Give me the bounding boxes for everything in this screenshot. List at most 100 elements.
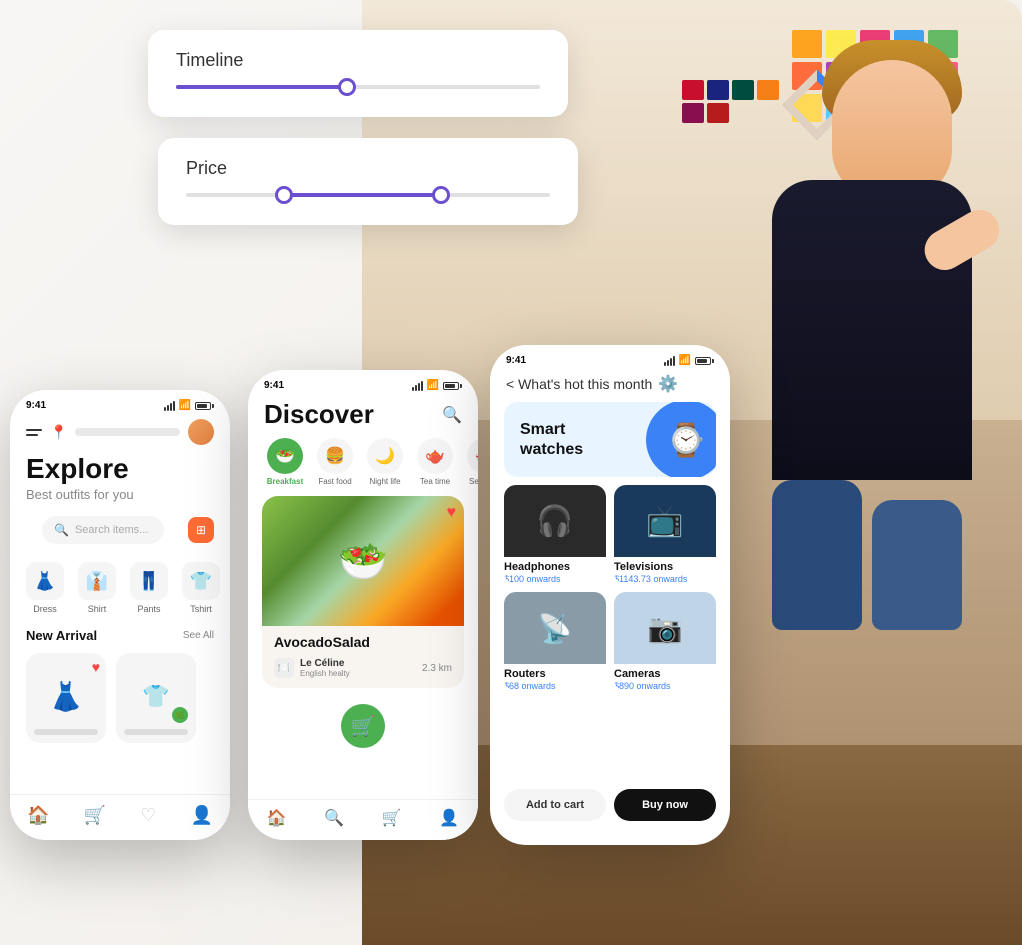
- breakfast-icon: 🥗: [267, 438, 303, 474]
- filter-button[interactable]: ⊞: [188, 517, 214, 543]
- product-cameras[interactable]: 📷 Cameras $890 onwards: [614, 592, 716, 691]
- food-cat-fastfood[interactable]: 🍔 Fast food: [314, 438, 356, 486]
- add-to-cart-button[interactable]: Add to cart: [504, 789, 606, 821]
- food-cat-teatime[interactable]: 🫖 Tea time: [414, 438, 456, 486]
- food-card-title: AvocadoSalad: [262, 626, 464, 654]
- profile-nav-icon[interactable]: 👤: [190, 805, 212, 826]
- category-tshirt[interactable]: 👕 Tshirt: [182, 562, 220, 614]
- price-thumb-right[interactable]: [432, 186, 450, 204]
- televisions-label: Televisions: [614, 557, 716, 574]
- filter-icon-3[interactable]: ⚙️: [658, 374, 678, 394]
- headphones-label: Headphones: [504, 557, 606, 574]
- wishlist-nav-icon[interactable]: ♡: [140, 805, 156, 826]
- routers-label: Routers: [504, 664, 606, 681]
- time-1: 9:41: [26, 400, 46, 411]
- cart-fab[interactable]: 🛒: [341, 704, 385, 748]
- time-3: 9:41: [506, 355, 526, 366]
- status-bar-1: 9:41 📶: [10, 390, 230, 415]
- home-nav-icon[interactable]: 🏠: [27, 805, 49, 826]
- person-photo: [812, 60, 972, 630]
- battery-icon-3: [695, 357, 714, 365]
- product-card-1[interactable]: 👗 ♥: [26, 653, 106, 743]
- profile-nav-2[interactable]: 👤: [439, 808, 459, 828]
- watch-icon: ⌚: [666, 421, 706, 459]
- dress-label: Dress: [33, 604, 57, 614]
- hamburger-menu[interactable]: [26, 429, 42, 436]
- teatime-label: Tea time: [420, 477, 450, 486]
- price-thumb-left[interactable]: [275, 186, 293, 204]
- headphones-image: 🎧: [504, 485, 606, 557]
- product-routers[interactable]: 📡 Routers $68 onwards: [504, 592, 606, 691]
- status-icons-2: 📶: [412, 380, 462, 391]
- explore-phone: 9:41 📶 📍: [10, 390, 230, 840]
- avatar[interactable]: [188, 419, 214, 445]
- header-1: 📍: [10, 415, 230, 453]
- see-all-link[interactable]: See All: [183, 630, 214, 641]
- action-buttons: Add to cart Buy now: [490, 783, 730, 831]
- whats-hot-header: < What's hot this month ⚙️: [490, 370, 730, 402]
- wifi-icon-2: 📶: [427, 380, 439, 391]
- nightlife-label: Night life: [369, 477, 400, 486]
- cameras-price: $890 onwards: [614, 681, 716, 691]
- category-pants[interactable]: 👖 Pants: [130, 562, 168, 614]
- sticky-note: [792, 30, 822, 58]
- status-bar-2: 9:41 📶: [248, 370, 478, 395]
- wifi-icon: 📶: [179, 400, 191, 411]
- restaurant-name: Le Céline: [300, 658, 350, 669]
- whats-hot-phone: 9:41 📶 < What's hot this month ⚙️: [490, 345, 730, 845]
- bottom-nav-2: 🏠 🔍 🛒 👤: [248, 799, 478, 840]
- explore-subtitle: Best outfits for you: [10, 487, 230, 512]
- food-favorite-icon: ♥: [447, 504, 457, 522]
- restaurant-info: 🍽️ Le Céline English healty: [274, 658, 350, 678]
- distance-label: 2.3 km: [422, 663, 452, 674]
- battery-icon: [195, 402, 214, 410]
- price-track[interactable]: [186, 193, 550, 197]
- color-swatches: [682, 80, 782, 123]
- television-icon: 📺: [646, 504, 683, 539]
- restaurant-sub: English healty: [300, 669, 350, 678]
- timeline-thumb[interactable]: [338, 78, 356, 96]
- food-image: 🥗 ♥: [262, 496, 464, 626]
- category-shirt[interactable]: 👔 Shirt: [78, 562, 116, 614]
- food-cat-breakfast[interactable]: 🥗 Breakfast: [264, 438, 306, 486]
- bottom-nav-1: 🏠 🛒 ♡ 👤: [10, 794, 230, 840]
- smartwatch-banner[interactable]: Smartwatches ⌚: [504, 402, 716, 477]
- search-icon-2[interactable]: 🔍: [442, 405, 462, 425]
- food-cat-seafood[interactable]: 🍣 Sea food: [464, 438, 478, 486]
- location-bar: [75, 428, 180, 436]
- signal-icon-3: [664, 356, 675, 366]
- router-image: 📡: [504, 592, 606, 664]
- banner-circle: ⌚: [646, 402, 716, 477]
- search-nav-2[interactable]: 🔍: [324, 808, 344, 828]
- discover-phone: 9:41 📶 Discover 🔍: [248, 370, 478, 840]
- timeline-track[interactable]: [176, 85, 540, 89]
- cart-nav-2[interactable]: 🛒: [382, 808, 402, 828]
- battery-icon-2: [443, 382, 462, 390]
- product-televisions[interactable]: 📺 Televisions $1143.73 onwards: [614, 485, 716, 584]
- timeline-label: Timeline: [176, 50, 540, 71]
- home-nav-2[interactable]: 🏠: [267, 808, 287, 828]
- category-dress[interactable]: 👗 Dress: [26, 562, 64, 614]
- tshirt-icon: 👕: [182, 562, 220, 600]
- fastfood-label: Fast food: [318, 477, 351, 486]
- shirt-label: Shirt: [88, 604, 107, 614]
- timeline-slider-card: Timeline: [148, 30, 568, 117]
- cart-nav-icon[interactable]: 🛒: [84, 805, 106, 826]
- product-badge-icon: 🌿: [175, 711, 185, 720]
- categories-row: 👗 Dress 👔 Shirt 👖 Pants 👕 Tshirt: [10, 552, 230, 624]
- search-row: 🔍 Search items... ⊞: [10, 512, 230, 552]
- restaurant-details: Le Céline English healty: [300, 658, 350, 678]
- product-card-2[interactable]: 👕 🌿: [116, 653, 196, 743]
- dress-icon: 👗: [26, 562, 64, 600]
- search-bar[interactable]: 🔍 Search items...: [42, 516, 164, 544]
- product-badge-2: 🌿: [172, 707, 188, 723]
- food-card-info: 🍽️ Le Céline English healty 2.3 km: [262, 654, 464, 688]
- food-card[interactable]: 🥗 ♥ AvocadoSalad 🍽️ Le Céline English he…: [262, 496, 464, 688]
- food-cat-nightlife[interactable]: 🌙 Night life: [364, 438, 406, 486]
- nightlife-icon: 🌙: [367, 438, 403, 474]
- back-button[interactable]: < What's hot this month: [506, 376, 652, 392]
- product-headphones[interactable]: 🎧 Headphones $100 onwards: [504, 485, 606, 584]
- buy-now-button[interactable]: Buy now: [614, 789, 716, 821]
- seafood-icon: 🍣: [467, 438, 478, 474]
- restaurant-icon: 🍽️: [274, 658, 294, 678]
